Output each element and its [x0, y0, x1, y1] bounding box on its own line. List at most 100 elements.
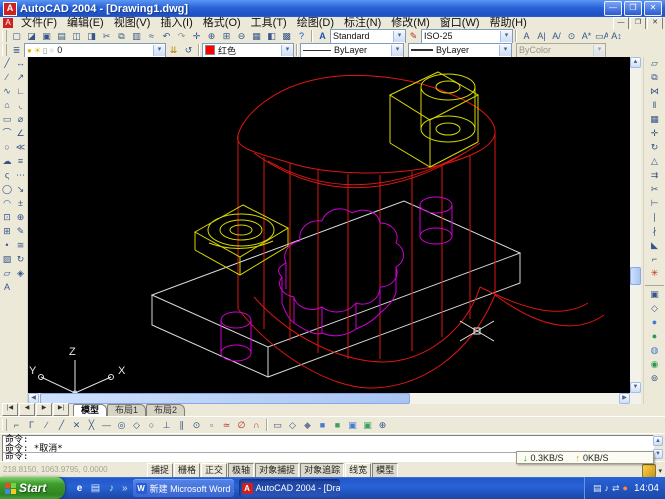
shade-gouraud-edges-icon[interactable]: ▣ [360, 418, 375, 433]
snap-center-icon[interactable]: ◎ [114, 418, 129, 433]
toggle-ortho[interactable]: 正交 [201, 463, 227, 478]
pan-icon[interactable]: ✛ [189, 29, 204, 44]
toolbar-grip[interactable] [2, 30, 7, 42]
snap-apparent-icon[interactable]: ╳ [84, 418, 99, 433]
shade-flat-edges-icon[interactable]: ▣ [345, 418, 360, 433]
layer-unlock-icon[interactable]: ▯ [43, 46, 47, 55]
properties-icon[interactable]: ▦ [249, 29, 264, 44]
task-button-autocad[interactable]: A AutoCAD 2004 - [Dra... [239, 479, 340, 497]
restore-button[interactable]: ❐ [624, 1, 642, 16]
shade-hidden-icon[interactable]: ◆ [300, 418, 315, 433]
rectangle-icon[interactable]: ▭ [1, 113, 14, 127]
make-object-layer-current-icon[interactable]: ⇊ [166, 43, 181, 58]
toggle-osnap[interactable]: 对象捕捉 [255, 463, 299, 478]
gouraud-edges-icon[interactable]: ◉ [648, 358, 661, 372]
scroll-right-icon[interactable]: ▶ [619, 393, 630, 404]
toolbar-grip[interactable] [2, 419, 7, 431]
fillet-icon[interactable]: ⌐ [648, 253, 661, 267]
render-icon[interactable]: ▣ [648, 288, 661, 302]
toggle-snap[interactable]: 捕捉 [147, 463, 173, 478]
start-button[interactable]: Start [0, 477, 65, 499]
show-desktop-icon[interactable]: ▤ [89, 482, 102, 495]
construction-line-icon[interactable]: ∕ [1, 71, 14, 85]
paste-icon[interactable]: ▥ [129, 29, 144, 44]
dim-style-icon[interactable]: ◈ [14, 267, 27, 281]
network-tray-icon[interactable]: ⇄ [612, 482, 620, 494]
undo-icon[interactable]: ↶ [159, 29, 174, 44]
flat-shaded-icon[interactable]: ● [648, 316, 661, 330]
layer-thaw-sun-icon[interactable]: ☀ [34, 46, 41, 55]
spline-icon[interactable]: ς [1, 169, 14, 183]
snap-from-icon[interactable]: Γ [24, 418, 39, 433]
offset-icon[interactable]: ǁ [648, 99, 661, 113]
dim-ordinate-icon[interactable]: ∟ [14, 85, 27, 99]
rotate-icon[interactable]: ↻ [648, 141, 661, 155]
open-icon[interactable]: ◪ [24, 29, 39, 44]
tolerance-icon[interactable]: ± [14, 197, 27, 211]
quick-dimension-icon[interactable]: ≪ [14, 141, 27, 155]
snap-midpoint-icon[interactable]: ╱ [54, 418, 69, 433]
snap-insert-icon[interactable]: ▫ [204, 418, 219, 433]
tab-layout1[interactable]: 布局1 [107, 404, 146, 416]
match-properties-icon[interactable]: ≈ [144, 29, 159, 44]
communication-center[interactable]: ▾ [642, 464, 662, 478]
lineweight-combo[interactable]: ByLayer ▾ [408, 43, 512, 58]
insert-block-icon[interactable]: ⊡ [1, 211, 14, 225]
designcenter-icon[interactable]: ◧ [264, 29, 279, 44]
horizontal-scroll-thumb[interactable] [40, 393, 410, 404]
communication-center-icon[interactable] [642, 464, 656, 478]
line-icon[interactable]: ╱ [1, 57, 14, 71]
mirror-icon[interactable]: ⋈ [648, 85, 661, 99]
gouraud-shaded-icon[interactable]: ● [648, 330, 661, 344]
horizontal-scrollbar[interactable]: ◀ ▶ [28, 393, 630, 404]
snap-endpoint-icon[interactable]: ∕ [39, 418, 54, 433]
toggle-otrack[interactable]: 对象追踪 [300, 463, 344, 478]
ime-tray-icon[interactable]: ▤ [593, 482, 602, 494]
stretch-icon[interactable]: ⇉ [648, 169, 661, 183]
chevron-down-icon[interactable]: ▾ [658, 467, 662, 475]
chevron-down-icon[interactable]: ▾ [500, 31, 512, 42]
polyline-icon[interactable]: ∿ [1, 85, 14, 99]
snap-parallel-icon[interactable]: ∥ [174, 418, 189, 433]
cut-icon[interactable]: ✂ [99, 29, 114, 44]
dim-style-combo[interactable]: ISO-25 ▾ [421, 29, 513, 44]
chevron-down-icon[interactable]: ▾ [391, 45, 403, 56]
toggle-lwt[interactable]: 线宽 [345, 463, 371, 478]
media-quicklaunch-icon[interactable]: ♪ [105, 482, 118, 495]
erase-icon[interactable]: ▱ [648, 57, 661, 71]
scroll-down-icon[interactable]: ▼ [630, 382, 641, 393]
copy-clip-icon[interactable]: ⧉ [114, 29, 129, 44]
revcloud-icon[interactable]: ☁ [1, 155, 14, 169]
antivirus-tray-icon[interactable]: ● [623, 482, 628, 494]
make-block-icon[interactable]: ⊞ [1, 225, 14, 239]
extend-icon[interactable]: ⊢ [648, 197, 661, 211]
chamfer-icon[interactable]: ◣ [648, 239, 661, 253]
dim-aligned-icon[interactable]: ↗ [14, 71, 27, 85]
tab-layout2[interactable]: 布局2 [146, 404, 185, 416]
justify-text-icon[interactable]: A↕ [609, 29, 624, 44]
chevron-down-icon[interactable]: ▾ [393, 31, 405, 42]
chevron-down-icon[interactable]: ▾ [153, 45, 165, 56]
hide-icon[interactable]: ◇ [648, 302, 661, 316]
snap-intersection-icon[interactable]: ✕ [69, 418, 84, 433]
break-at-point-icon[interactable]: ∣ [648, 211, 661, 225]
text-style-combo[interactable]: Standard ▾ [330, 29, 406, 44]
close-button[interactable]: ✕ [644, 1, 662, 16]
doc-close-button[interactable]: ✕ [647, 17, 663, 30]
volume-tray-icon[interactable]: ♪ [604, 482, 609, 494]
arc-icon[interactable]: ⌒ [1, 127, 14, 141]
polygon-icon[interactable]: ⌂ [1, 99, 14, 113]
dim-baseline-icon[interactable]: ≡ [14, 155, 27, 169]
vertical-scroll-thumb[interactable] [630, 267, 641, 285]
dim-text-edit-icon[interactable]: ≅ [14, 239, 27, 253]
dim-continue-icon[interactable]: ⋯ [14, 169, 27, 183]
explode-icon[interactable]: ✳ [648, 267, 661, 281]
plot-icon[interactable]: ▤ [54, 29, 69, 44]
snap-tangent-icon[interactable]: ○ [144, 418, 159, 433]
edit-text-icon[interactable]: A/ [549, 29, 564, 44]
copy-icon[interactable]: ⧉ [648, 71, 661, 85]
tool-palettes-icon[interactable]: ▩ [279, 29, 294, 44]
tab-nav-next[interactable]: ▶ [36, 403, 52, 416]
ie-quicklaunch-icon[interactable]: e [73, 482, 86, 495]
linetype-combo[interactable]: ByLayer ▾ [300, 43, 404, 58]
